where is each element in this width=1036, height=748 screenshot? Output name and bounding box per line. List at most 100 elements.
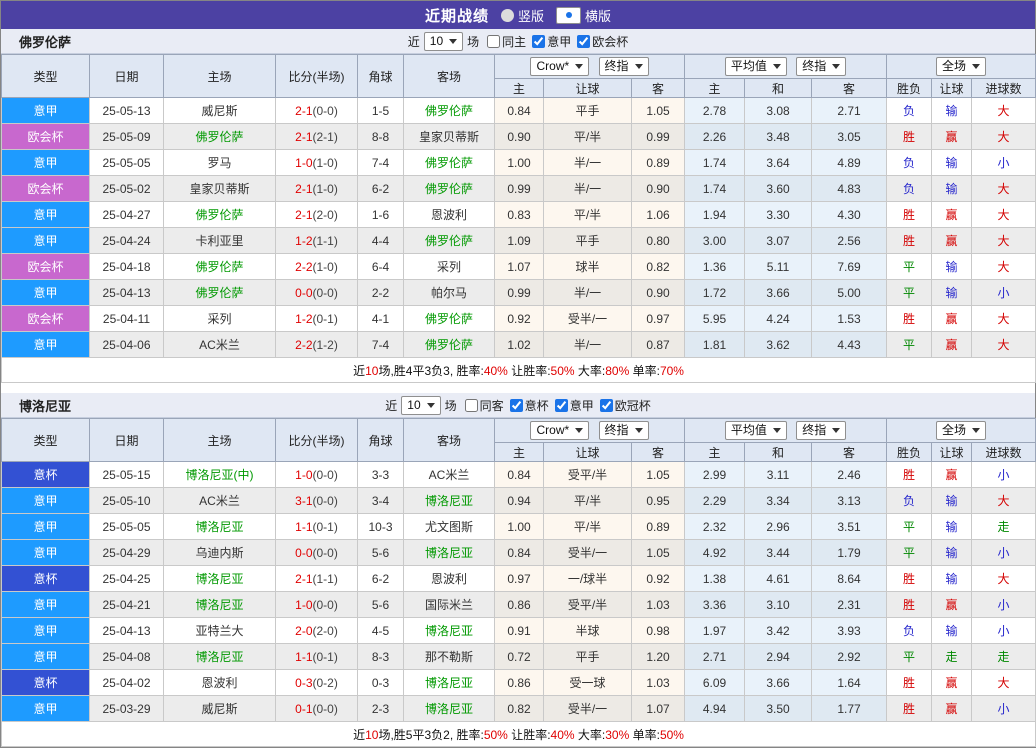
results-table: 类型 日期 主场 比分(半场) 角球 客场 Crow* 终指 平均值 终指 <box>1 54 1036 383</box>
odds-final-select[interactable]: 终指 <box>599 421 649 440</box>
checkbox-input[interactable] <box>555 399 568 412</box>
odds-away: 0.90 <box>632 176 685 202</box>
corner-count: 2-2 <box>358 280 404 306</box>
result-outcome: 胜 <box>887 124 932 150</box>
result-handicap: 走 <box>932 644 972 670</box>
away-team: 佛罗伦萨 <box>404 228 495 254</box>
avg-draw-odds: 3.44 <box>745 540 812 566</box>
col-header-avg-away: 客 <box>812 79 887 98</box>
odds-provider-select[interactable]: Crow* <box>530 421 589 440</box>
avg-draw-odds: 3.42 <box>745 618 812 644</box>
filter-checkbox-同主[interactable]: 同主 <box>487 33 526 50</box>
result-handicap: 赢 <box>932 592 972 618</box>
result-handicap: 输 <box>932 176 972 202</box>
avg-away-odds: 2.92 <box>812 644 887 670</box>
checkbox-input[interactable] <box>465 399 478 412</box>
odds-handicap: 受半/一 <box>544 540 632 566</box>
corner-count: 6-2 <box>358 566 404 592</box>
filter-near-label: 近 <box>408 33 420 50</box>
games-count-select[interactable]: 10 <box>401 396 440 415</box>
match-date: 25-04-21 <box>90 592 164 618</box>
home-team: 恩波利 <box>164 670 276 696</box>
match-date: 25-05-09 <box>90 124 164 150</box>
checkbox-input[interactable] <box>510 399 523 412</box>
odds-handicap: 半/一 <box>544 332 632 358</box>
odds-away: 0.87 <box>632 332 685 358</box>
odds-provider-select[interactable]: Crow* <box>530 57 589 76</box>
table-row: 意杯25-04-02恩波利0-3(0-2)0-3博洛尼亚0.86受一球1.036… <box>2 670 1036 696</box>
avg-home-odds: 2.99 <box>685 462 745 488</box>
result-outcome: 平 <box>887 514 932 540</box>
match-date: 25-04-13 <box>90 280 164 306</box>
checkbox-input[interactable] <box>487 35 500 48</box>
table-row: 意甲25-05-10AC米兰3-1(0-0)3-4博洛尼亚0.94平/半0.95… <box>2 488 1036 514</box>
odds-handicap: 平手 <box>544 228 632 254</box>
avg-draw-odds: 3.08 <box>745 98 812 124</box>
checkbox-input[interactable] <box>532 35 545 48</box>
home-team: AC米兰 <box>164 488 276 514</box>
odds-final-value: 终指 <box>605 59 629 74</box>
result-outcome: 平 <box>887 280 932 306</box>
result-outcome: 胜 <box>887 228 932 254</box>
fulltime-score: 0-0 <box>295 546 312 560</box>
match-score: 0-0(0-0) <box>276 540 358 566</box>
summary-text: 近10场,胜4平3负3, 胜率:40% 让胜率:50% 大率:80% 单率:70… <box>2 358 1036 383</box>
fulltime-score: 2-2 <box>295 338 312 352</box>
average-select[interactable]: 平均值 <box>725 421 787 440</box>
average-select[interactable]: 平均值 <box>725 57 787 76</box>
odds-home: 1.09 <box>495 228 544 254</box>
avg-draw-odds: 2.96 <box>745 514 812 540</box>
away-team: 那不勒斯 <box>404 644 495 670</box>
filter-checkbox-同客[interactable]: 同客 <box>465 397 504 414</box>
filter-checkbox-意甲[interactable]: 意甲 <box>532 33 571 50</box>
scope-select[interactable]: 全场 <box>936 421 986 440</box>
radio-horizontal-label: 横版 <box>585 6 611 25</box>
average-final-select[interactable]: 终指 <box>796 421 846 440</box>
table-row: 欧会杯25-05-09佛罗伦萨2-1(2-1)8-8皇家贝蒂斯0.90平/半0.… <box>2 124 1036 150</box>
odds-final-select[interactable]: 终指 <box>599 57 649 76</box>
result-goals: 小 <box>972 150 1036 176</box>
match-type-badge: 意甲 <box>2 488 90 514</box>
layout-radio-vertical[interactable]: 竖版 <box>501 6 544 25</box>
halftime-score: (0-0) <box>313 104 338 118</box>
result-outcome: 平 <box>887 540 932 566</box>
match-date: 25-03-29 <box>90 696 164 722</box>
match-score: 1-2(1-1) <box>276 228 358 254</box>
summary-text: 近10场,胜5平3负2, 胜率:50% 让胜率:40% 大率:30% 单率:50… <box>2 722 1036 747</box>
odds-home: 1.02 <box>495 332 544 358</box>
filter-checkbox-意甲[interactable]: 意甲 <box>555 397 594 414</box>
away-team: 尤文图斯 <box>404 514 495 540</box>
odds-home: 0.99 <box>495 280 544 306</box>
checkbox-input[interactable] <box>577 35 590 48</box>
checkbox-input[interactable] <box>600 399 613 412</box>
odds-away: 1.07 <box>632 696 685 722</box>
result-goals: 小 <box>972 540 1036 566</box>
result-outcome: 平 <box>887 644 932 670</box>
odds-handicap: 半/一 <box>544 176 632 202</box>
col-header-avg-draw: 和 <box>745 443 812 462</box>
avg-away-odds: 1.64 <box>812 670 887 696</box>
filter-checkbox-欧冠杯[interactable]: 欧冠杯 <box>600 397 651 414</box>
halftime-score: (1-0) <box>313 260 338 274</box>
away-team: 博洛尼亚 <box>404 670 495 696</box>
odds-final-value: 终指 <box>605 423 629 438</box>
match-date: 25-04-24 <box>90 228 164 254</box>
avg-home-odds: 1.36 <box>685 254 745 280</box>
match-score: 1-1(0-1) <box>276 514 358 540</box>
average-final-select[interactable]: 终指 <box>796 57 846 76</box>
col-header-corner: 角球 <box>358 55 404 98</box>
odds-provider-value: Crow* <box>536 423 569 438</box>
scope-select[interactable]: 全场 <box>936 57 986 76</box>
games-count-select[interactable]: 10 <box>424 32 463 51</box>
layout-radio-horizontal[interactable]: 横版 <box>556 6 611 25</box>
col-header-type: 类型 <box>2 55 90 98</box>
avg-home-odds: 2.32 <box>685 514 745 540</box>
avg-home-odds: 1.74 <box>685 150 745 176</box>
result-handicap: 赢 <box>932 228 972 254</box>
avg-home-odds: 1.81 <box>685 332 745 358</box>
checkbox-label: 意甲 <box>547 33 571 50</box>
filter-checkbox-意杯[interactable]: 意杯 <box>510 397 549 414</box>
home-team: 佛罗伦萨 <box>164 254 276 280</box>
match-score: 3-1(0-0) <box>276 488 358 514</box>
filter-checkbox-欧会杯[interactable]: 欧会杯 <box>577 33 628 50</box>
